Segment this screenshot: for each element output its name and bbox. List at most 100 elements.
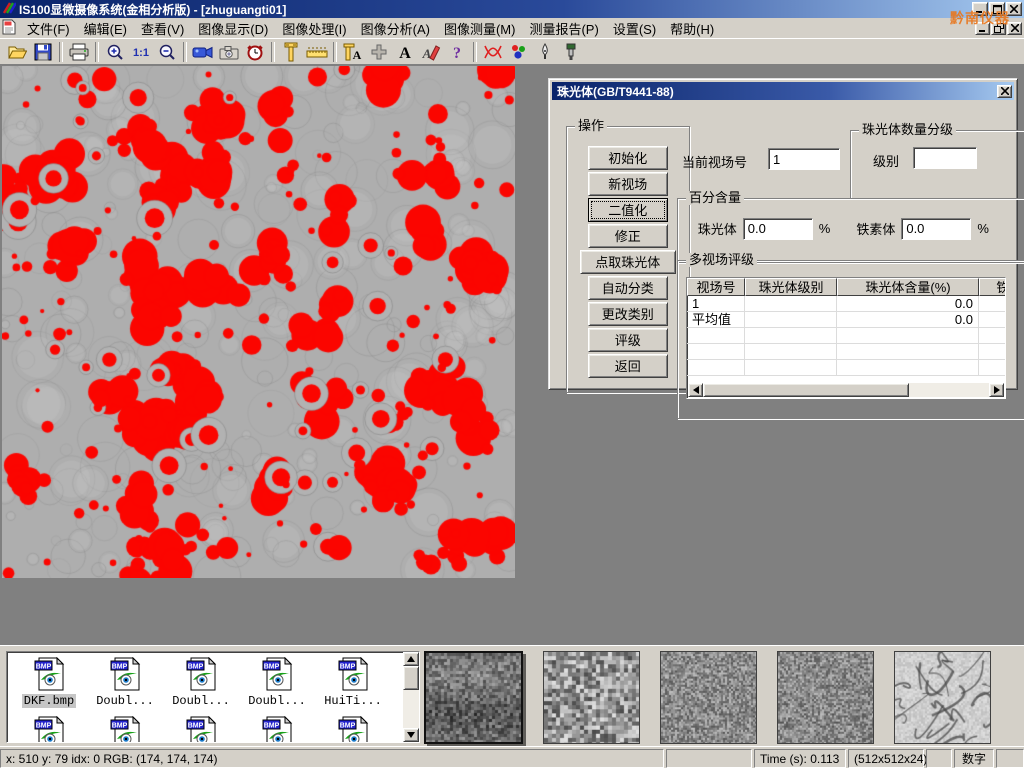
file-item-partial[interactable]: BMP bbox=[163, 716, 239, 743]
window-close-button[interactable] bbox=[1006, 2, 1022, 16]
rating-table-cell bbox=[979, 344, 1006, 360]
photo-camera-icon[interactable] bbox=[216, 41, 242, 64]
menu-item-1[interactable]: 编辑(E) bbox=[77, 17, 134, 40]
window-titlebar[interactable]: IS100显微摄像系统(金相分析版) - [zhuguangti01] bbox=[0, 0, 1024, 18]
file-item-partial[interactable]: BMP bbox=[239, 716, 315, 743]
op-button-新视场[interactable]: 新视场 bbox=[588, 172, 668, 196]
op-button-初始化[interactable]: 初始化 bbox=[588, 146, 668, 170]
sample-thumbnail-3[interactable] bbox=[660, 651, 757, 744]
timer-clock-icon[interactable] bbox=[242, 41, 268, 64]
rating-table-cell bbox=[745, 296, 837, 312]
bmp-file-icon: BMP bbox=[109, 716, 142, 743]
op-button-点取珠光体[interactable]: 点取珠光体 bbox=[580, 250, 676, 274]
paint-brush-icon[interactable] bbox=[558, 41, 584, 64]
menu-item-9[interactable]: 帮助(H) bbox=[663, 17, 721, 40]
grid-cross-icon[interactable] bbox=[366, 41, 392, 64]
file-item-Doubl...[interactable]: BMPDoubl... bbox=[87, 657, 163, 708]
mdi-restore-button[interactable] bbox=[991, 22, 1006, 35]
rating-table-header-2[interactable]: 珠光体含量(%) bbox=[837, 278, 979, 296]
open-file-icon[interactable] bbox=[4, 41, 30, 64]
scroll-down-icon[interactable] bbox=[403, 728, 419, 742]
file-item-partial[interactable]: BMP bbox=[315, 716, 391, 743]
phase-particles-icon[interactable] bbox=[506, 41, 532, 64]
rating-table-header-3[interactable]: 铁素体含量(%) bbox=[979, 278, 1006, 296]
menu-item-4[interactable]: 图像处理(I) bbox=[275, 17, 353, 40]
rating-table-row-2[interactable] bbox=[687, 328, 1005, 344]
rating-table[interactable]: 视场号珠光体级别珠光体含量(%)铁素体含量(%) 10.0平均值0.0 bbox=[686, 277, 1006, 399]
pearlite-percent-input[interactable] bbox=[743, 218, 813, 240]
scroll-up-icon[interactable] bbox=[403, 652, 419, 666]
sample-thumbnail-2[interactable] bbox=[543, 651, 640, 744]
help-icon[interactable]: ? bbox=[444, 41, 470, 64]
rating-table-row-4[interactable] bbox=[687, 360, 1005, 376]
draw-pen-icon[interactable] bbox=[532, 41, 558, 64]
toolbar: 1:1 A A A ? bbox=[0, 38, 1024, 66]
file-browser[interactable]: BMPDKF.bmpBMPDoubl...BMPDoubl...BMPDoubl… bbox=[6, 651, 420, 743]
actual-size-icon[interactable]: 1:1 bbox=[128, 41, 154, 64]
window-maximize-button[interactable] bbox=[989, 2, 1005, 16]
sample-thumbnail-1[interactable] bbox=[424, 651, 523, 744]
op-button-二值化[interactable]: 二值化 bbox=[588, 198, 668, 222]
vscroll-thumb[interactable] bbox=[403, 666, 419, 690]
rating-table-row-3[interactable] bbox=[687, 344, 1005, 360]
rating-table-row-0[interactable]: 10.0 bbox=[687, 296, 1005, 312]
mdi-minimize-button[interactable] bbox=[975, 22, 990, 35]
metallographic-image[interactable] bbox=[2, 66, 515, 578]
rating-table-header-0[interactable]: 视场号 bbox=[687, 278, 745, 296]
file-item-HuiTi...[interactable]: BMPHuiTi... bbox=[315, 657, 391, 708]
document-icon[interactable] bbox=[2, 19, 16, 38]
file-item-partial[interactable]: BMP bbox=[87, 716, 163, 743]
calibration-curve-icon[interactable] bbox=[480, 41, 506, 64]
measure-text-icon[interactable]: A bbox=[340, 41, 366, 64]
rating-table-header-1[interactable]: 珠光体级别 bbox=[745, 278, 837, 296]
dialog-titlebar[interactable]: 珠光体(GB/T9441-88) bbox=[552, 82, 1014, 100]
menu-item-8[interactable]: 设置(S) bbox=[606, 17, 663, 40]
rating-table-cell: 0.0 bbox=[837, 296, 979, 312]
mdi-close-button[interactable] bbox=[1007, 22, 1022, 35]
zoom-out-icon[interactable] bbox=[154, 41, 180, 64]
menu-item-6[interactable]: 图像测量(M) bbox=[437, 17, 523, 40]
menu-item-7[interactable]: 测量报告(P) bbox=[522, 17, 605, 40]
file-name: Doubl... bbox=[246, 694, 308, 708]
print-icon[interactable] bbox=[66, 41, 92, 64]
menu-item-5[interactable]: 图像分析(A) bbox=[354, 17, 437, 40]
ruler-icon[interactable] bbox=[304, 41, 330, 64]
sample-thumbnail-4[interactable] bbox=[777, 651, 874, 744]
hscroll-thumb[interactable] bbox=[703, 383, 909, 397]
current-field-input[interactable] bbox=[768, 148, 840, 170]
scroll-left-icon[interactable] bbox=[688, 383, 703, 397]
bottom-panel: BMPDKF.bmpBMPDoubl...BMPDoubl...BMPDoubl… bbox=[0, 645, 1024, 747]
file-item-Doubl...[interactable]: BMPDoubl... bbox=[239, 657, 315, 708]
grade-input[interactable] bbox=[913, 147, 977, 169]
op-button-返回[interactable]: 返回 bbox=[588, 354, 668, 378]
dialog-close-button[interactable] bbox=[997, 85, 1012, 98]
op-button-评级[interactable]: 评级 bbox=[588, 328, 668, 352]
window-minimize-button[interactable] bbox=[972, 2, 988, 16]
ferrite-percent-input[interactable] bbox=[901, 218, 971, 240]
op-button-更改类别[interactable]: 更改类别 bbox=[588, 302, 668, 326]
file-item-DKF.bmp[interactable]: BMPDKF.bmp bbox=[11, 657, 87, 708]
rating-table-cell: 平均值 bbox=[687, 312, 745, 328]
zoom-in-icon[interactable] bbox=[102, 41, 128, 64]
bmp-file-icon: BMP bbox=[33, 716, 66, 743]
save-icon[interactable] bbox=[30, 41, 56, 64]
svg-text:BMP: BMP bbox=[187, 664, 203, 671]
caliper-icon[interactable] bbox=[278, 41, 304, 64]
bmp-file-icon: BMP bbox=[261, 657, 294, 694]
video-camera-icon[interactable] bbox=[190, 41, 216, 64]
edit-annotation-icon[interactable]: A bbox=[418, 41, 444, 64]
file-item-Doubl...[interactable]: BMPDoubl... bbox=[163, 657, 239, 708]
op-button-修正[interactable]: 修正 bbox=[588, 224, 668, 248]
filelist-vscrollbar[interactable] bbox=[403, 652, 419, 742]
op-button-自动分类[interactable]: 自动分类 bbox=[588, 276, 668, 300]
rating-table-row-1[interactable]: 平均值0.0 bbox=[687, 312, 1005, 328]
menu-item-3[interactable]: 图像显示(D) bbox=[191, 17, 275, 40]
text-label-icon[interactable]: A bbox=[392, 41, 418, 64]
menu-item-0[interactable]: 文件(F) bbox=[20, 17, 77, 40]
sample-thumbnail-5[interactable] bbox=[894, 651, 991, 744]
menu-item-2[interactable]: 查看(V) bbox=[134, 17, 191, 40]
scroll-right-icon[interactable] bbox=[989, 383, 1004, 397]
file-item-partial[interactable]: BMP bbox=[11, 716, 87, 743]
table-hscrollbar[interactable] bbox=[688, 383, 1004, 397]
bmp-file-icon: BMP bbox=[33, 657, 66, 694]
